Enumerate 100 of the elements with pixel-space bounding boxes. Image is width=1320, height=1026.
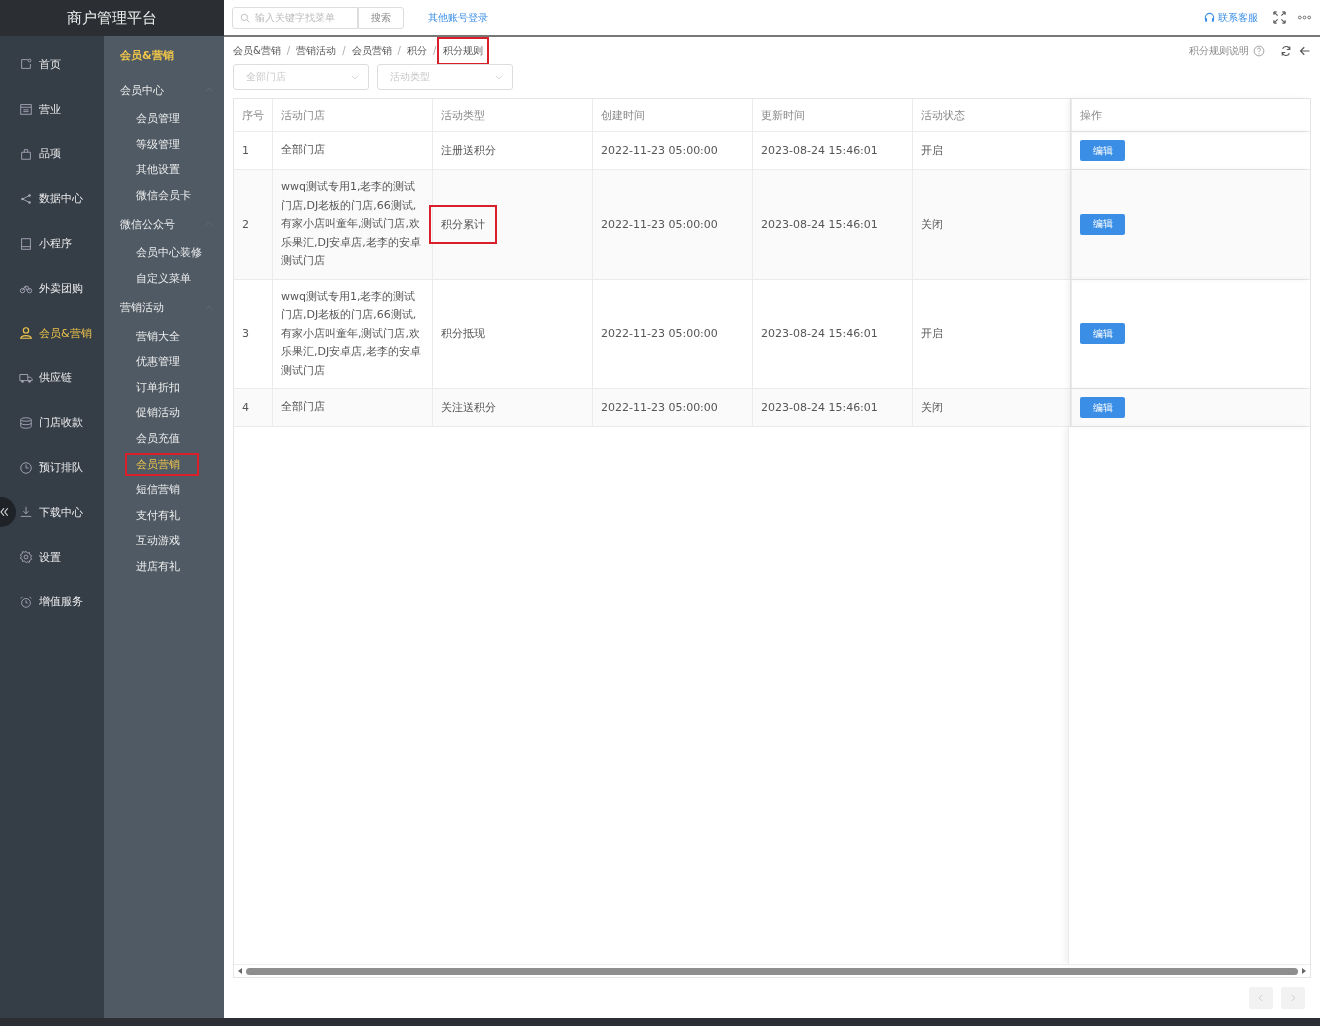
table-cell: 关闭	[921, 400, 943, 415]
sidebar-item[interactable]: 门店收款	[17, 400, 104, 446]
user-icon	[19, 326, 33, 341]
submenu-item[interactable]: 支付有礼	[104, 502, 224, 529]
submenu-group[interactable]: 营销活动	[120, 300, 164, 316]
sidebar-item[interactable]: 下载中心	[17, 489, 104, 535]
app-title: 商户管理平台	[0, 0, 224, 36]
breadcrumb-item[interactable]: 会员营销	[351, 43, 392, 58]
table-cell: 积分抵现	[441, 326, 485, 342]
table-cell-text: 全部门店	[281, 399, 325, 416]
edit-button[interactable]: 编辑	[1080, 397, 1125, 418]
headset-icon	[1204, 12, 1215, 23]
other-account-login-link[interactable]: 其他账号登录	[428, 10, 488, 25]
column-header: 创建时间	[593, 99, 753, 131]
submenu-item[interactable]: 订单折扣	[104, 374, 224, 401]
edit-button[interactable]: 编辑	[1080, 323, 1125, 345]
table-cell: 2022-11-23 05:00:00	[601, 144, 718, 157]
column-header: 操作	[1071, 99, 1310, 131]
sidebar-item[interactable]: 小程序	[17, 221, 104, 266]
table-cell: 2023-08-24 15:46:01	[761, 327, 878, 341]
breadcrumb-item: 积分规则	[439, 38, 488, 63]
submenu-item[interactable]: 会员营销	[124, 451, 200, 478]
share-icon	[19, 191, 33, 206]
refresh-icon	[1280, 44, 1292, 57]
submenu-item[interactable]: 会员中心装修	[104, 240, 224, 266]
table-cell: 2	[242, 217, 249, 231]
submenu-item[interactable]: 微信会员卡	[104, 182, 224, 209]
question-icon	[1253, 44, 1265, 57]
search-button[interactable]: 搜索	[358, 6, 404, 29]
sidebar-item[interactable]: 预订排队	[17, 445, 104, 490]
table-cell: 1	[242, 144, 249, 157]
sidebar-item[interactable]: 数据中心	[17, 176, 104, 222]
column-header: 活动状态	[913, 99, 1071, 131]
chevron-down-icon	[494, 72, 504, 82]
table-cell: 积分累计	[431, 206, 495, 242]
submenu-item[interactable]: 其他设置	[104, 157, 224, 183]
table-cell: 2023-08-24 15:46:01	[761, 144, 878, 157]
breadcrumb-item[interactable]: 营销活动	[296, 43, 337, 58]
breadcrumb-item[interactable]: 会员&营销	[233, 43, 281, 58]
column-header: 活动门店	[273, 99, 433, 131]
submenu-item[interactable]: 会员充值	[104, 425, 224, 452]
breadcrumb-item[interactable]: 积分	[406, 43, 427, 58]
settings-icon	[19, 550, 33, 565]
sidebar-item[interactable]: 品项	[17, 131, 104, 177]
submenu-item[interactable]: 会员管理	[104, 106, 224, 132]
edit-button[interactable]: 编辑	[1080, 140, 1125, 161]
table-cell-text: wwq测试专用1,老李的测试门店,DJ老板的门店,66测试,有家小店叫童年,测试门店,欢乐果汇,DJ安卓店,老李的安卓测试门店	[281, 179, 422, 269]
download-icon	[19, 505, 33, 520]
table-cell: 4	[242, 401, 249, 414]
help-link[interactable]: 积分规则说明	[1189, 43, 1265, 58]
clock-icon	[19, 460, 33, 475]
breadcrumb-separator: /	[342, 45, 346, 56]
submenu-item[interactable]: 营销大全	[104, 323, 224, 350]
submenu-item[interactable]: 互动游戏	[104, 528, 224, 554]
sidebar-item[interactable]: 设置	[17, 534, 104, 580]
breadcrumb-separator: /	[432, 45, 437, 56]
table-cell: 注册送积分	[441, 143, 496, 158]
sidebar-item[interactable]: 营业	[17, 86, 104, 132]
sidebar-item[interactable]: 供应链	[17, 355, 104, 401]
submenu-group[interactable]: 会员中心	[120, 82, 164, 98]
calendar-icon	[19, 102, 33, 117]
contact-service-link[interactable]: 联系客服	[1204, 10, 1258, 25]
sidebar-item[interactable]: 外卖团购	[17, 266, 104, 311]
table-cell: 2023-08-24 15:46:01	[761, 217, 878, 231]
table-cell: 2022-11-23 05:00:00	[601, 327, 718, 341]
table-cell: 2023-08-24 15:46:01	[761, 401, 878, 414]
table-cell: 关注送积分	[441, 400, 496, 415]
page-icon	[19, 57, 33, 72]
database-icon	[19, 415, 33, 430]
breadcrumb-separator: /	[397, 45, 401, 56]
edit-button[interactable]: 编辑	[1080, 213, 1125, 235]
sidebar-item[interactable]: 首页	[17, 42, 104, 87]
fullscreen-icon	[1272, 10, 1287, 25]
submenu-item[interactable]: 短信营销	[104, 477, 224, 503]
table-cell: 开启	[921, 143, 943, 158]
table-cell: 2022-11-23 05:00:00	[601, 217, 718, 231]
horizontal-scrollbar[interactable]	[234, 964, 1310, 977]
table-cell: 开启	[921, 326, 943, 342]
submenu-item[interactable]: 自定义菜单	[104, 265, 224, 292]
sidebar-item[interactable]: 会员&营销	[17, 310, 104, 356]
breadcrumb-separator: /	[286, 45, 291, 56]
table-cell: 2022-11-23 05:00:00	[601, 401, 718, 414]
double-chevron-left-icon	[0, 506, 10, 518]
table-cell: 关闭	[921, 216, 943, 232]
submenu-item[interactable]: 促销活动	[104, 400, 224, 426]
search-icon	[240, 12, 250, 23]
column-header: 活动类型	[433, 99, 593, 131]
table-cell-text: wwq测试专用1,老李的测试门店,DJ老板的门店,66测试,有家小店叫童年,测试门店,欢乐果汇,DJ安卓店,老李的安卓测试门店	[281, 288, 422, 379]
column-header: 序号	[234, 99, 273, 131]
tablet-icon	[19, 236, 33, 251]
submenu-item[interactable]: 优惠管理	[104, 349, 224, 375]
table-cell: 3	[242, 327, 249, 341]
submenu-group[interactable]: 微信公众号	[120, 216, 175, 232]
back-arrow-icon	[1299, 44, 1311, 57]
submenu-item[interactable]: 等级管理	[104, 131, 224, 158]
sidebar-item[interactable]: 增值服务	[17, 579, 104, 625]
alarm-clock-icon	[19, 594, 33, 609]
table-cell-text: 全部门店	[281, 142, 325, 159]
submenu-title: 会员&营销	[119, 48, 175, 64]
submenu-item[interactable]: 进店有礼	[104, 553, 224, 580]
